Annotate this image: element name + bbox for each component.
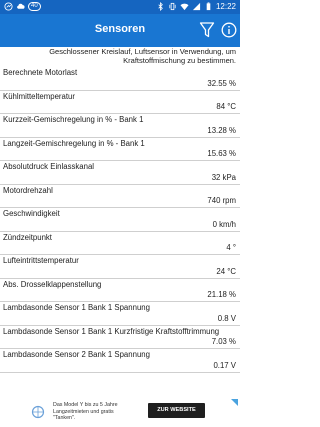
battery-icon (206, 2, 211, 11)
signal-icon (192, 2, 201, 11)
filter-icon[interactable] (199, 21, 215, 39)
sensor-list[interactable]: Geschlossener Kreislauf, Luftsensor in V… (0, 47, 240, 397)
sensor-label: Absolutdruck Einlasskanal (3, 162, 95, 171)
sensor-value: 740 rpm (207, 196, 236, 205)
ad-info-icon[interactable] (231, 399, 238, 406)
status-bar: 40 12:22 (0, 0, 240, 14)
ad-website-button[interactable]: ZUR WEBSITE (148, 403, 205, 418)
sensor-value: 84 °C (216, 102, 236, 111)
fuel-system-status: Geschlossener Kreislauf, Luftsensor in V… (49, 47, 236, 65)
sensor-row[interactable]: Absolutdruck Einlasskanal 32 kPa (0, 161, 240, 185)
sensor-row[interactable]: Kurzzeit-Gemischregelung in % - Bank 1 13… (0, 114, 240, 138)
ad-banner[interactable]: Das Model Y bis zu 5 Jahre Langzeitmiete… (0, 397, 240, 427)
sensor-row[interactable]: Berechnete Motorlast 32.55 % (0, 67, 240, 91)
sensor-row[interactable]: Abs. Drosselklappenstellung 21.18 % (0, 279, 240, 302)
app-bar: Sensoren (0, 14, 240, 47)
sensor-label: Lufteintrittstemperatur (3, 256, 79, 265)
sensor-value: 13.28 % (207, 125, 236, 135)
sensor-label: Kühlmitteltemperatur (3, 91, 75, 101)
sensor-label: Langzeit-Gemischregelung in % - Bank 1 (3, 138, 145, 148)
wifi-icon (180, 3, 189, 11)
sensor-row[interactable]: Lambdasonde Sensor 1 Bank 1 Spannung 0.8 … (0, 302, 240, 326)
sensor-value: 0.8 V (217, 313, 236, 323)
sensor-value: 0.17 V (213, 360, 236, 370)
ad-text: Das Model Y bis zu 5 Jahre Langzeitmiete… (53, 402, 118, 421)
info-icon[interactable] (221, 22, 237, 38)
sensor-label: Abs. Drosselklappenstellung (3, 279, 102, 289)
sensor-value: 4 ° (226, 243, 236, 252)
cloud-icon (17, 3, 25, 9)
vibrate-icon (169, 2, 176, 11)
sensor-row[interactable]: Lambdasonde Sensor 2 Bank 1 Spannung 0.17… (0, 349, 240, 373)
sensor-row[interactable]: Lufteintrittstemperatur 24 °C (0, 255, 240, 279)
sensor-value: 7.03 % (211, 337, 236, 346)
messenger-icon (4, 2, 13, 11)
sensor-label: Lambdasonde Sensor 2 Bank 1 Spannung (3, 350, 150, 359)
sensor-value: 32 kPa (211, 172, 236, 182)
sensor-row[interactable]: Kühlmitteltemperatur 84 °C (0, 91, 240, 114)
status-badge: 40 (28, 2, 41, 11)
sensor-label: Motordrehzahl (3, 185, 53, 195)
ad-logo-icon (31, 405, 45, 419)
sensor-row[interactable]: Langzeit-Gemischregelung in % - Bank 1 15… (0, 138, 240, 161)
sensor-row[interactable]: Lambdasonde Sensor 1 Bank 1 Kurzfristige… (0, 326, 240, 349)
sensor-label: Lambdasonde Sensor 1 Bank 1 Kurzfristige… (3, 326, 220, 336)
sensor-label: Lambdasonde Sensor 1 Bank 1 Spannung (3, 303, 150, 312)
sensor-value: 15.63 % (207, 149, 236, 158)
sensor-value: 0 km/h (212, 219, 236, 229)
sensor-value: 32.55 % (207, 78, 236, 88)
sensor-row[interactable]: Zündzeitpunkt 4 ° (0, 232, 240, 255)
sensor-label: Berechnete Motorlast (3, 68, 78, 77)
sensor-row[interactable]: Geschwindigkeit 0 km/h (0, 208, 240, 232)
sensor-label: Kurzzeit-Gemischregelung in % - Bank 1 (3, 115, 144, 124)
sensor-value: 24 °C (216, 266, 236, 276)
bluetooth-icon (158, 2, 163, 11)
sensor-value: 21.18 % (207, 290, 236, 299)
status-time: 12:22 (215, 2, 236, 11)
sensor-label: Geschwindigkeit (3, 209, 60, 218)
sensor-label: Zündzeitpunkt (3, 232, 52, 242)
sensor-row[interactable]: Motordrehzahl 740 rpm (0, 185, 240, 208)
